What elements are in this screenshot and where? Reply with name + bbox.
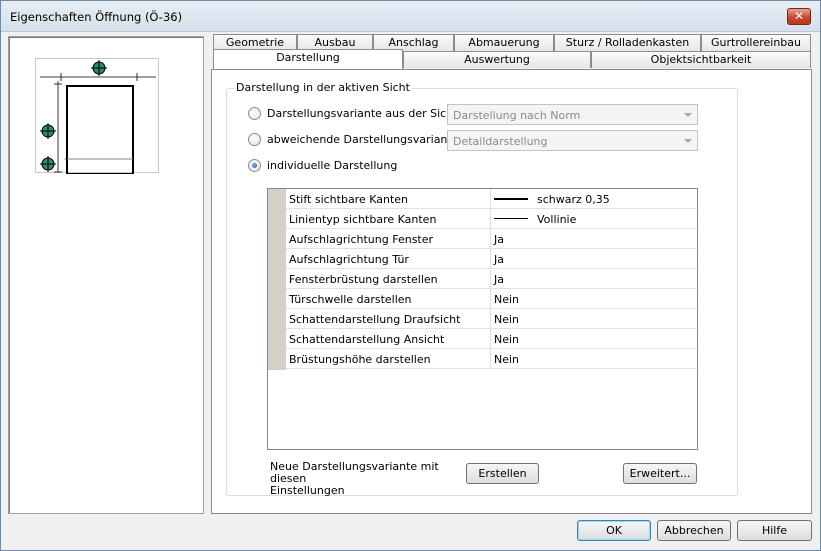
property-name: Fensterbrüstung darstellen: [286, 269, 491, 289]
insertion-marker-left[interactable]: [40, 123, 56, 139]
grid-row[interactable]: Schattendarstellung Ansicht Nein: [286, 329, 697, 349]
property-name: Schattendarstellung Ansicht: [286, 329, 491, 349]
ok-button[interactable]: OK: [577, 520, 651, 541]
tab-label: Gurtrollereinbau: [711, 36, 801, 49]
pen-line-sample: [494, 198, 528, 200]
property-value[interactable]: Ja: [491, 229, 697, 249]
opening-preview-drawing: [40, 60, 156, 175]
property-value-text: schwarz 0,35: [537, 193, 610, 206]
tab-label: Auswertung: [464, 53, 530, 66]
grid-row[interactable]: Stift sichtbare Kanten schwarz 0,35: [286, 189, 697, 209]
tab-darstellung[interactable]: Darstellung: [213, 49, 403, 69]
tab-label: Ausbau: [314, 36, 356, 49]
line-type-sample: [494, 218, 528, 219]
tab-auswertung[interactable]: Auswertung: [403, 51, 591, 68]
title-bar[interactable]: Eigenschaften Öffnung (Ö-36) ✕: [1, 1, 820, 32]
property-name: Türschwelle darstellen: [286, 289, 491, 309]
cancel-button[interactable]: Abbrechen: [657, 520, 731, 541]
tab-objektsichtbarkeit[interactable]: Objektsichtbarkeit: [591, 51, 811, 68]
grid-row[interactable]: Fensterbrüstung darstellen Ja: [286, 269, 697, 289]
custom-variant-select[interactable]: Detaildarstellung: [447, 130, 698, 151]
advanced-button[interactable]: Erweitert...: [623, 463, 697, 484]
property-grid[interactable]: Stift sichtbare Kanten schwarz 0,35 Lini…: [267, 188, 698, 450]
chevron-down-icon: [684, 113, 692, 117]
tab-label: Geometrie: [225, 36, 285, 49]
view-variant-select[interactable]: Darstellung nach Norm: [447, 104, 698, 125]
insertion-marker-top[interactable]: [91, 60, 107, 76]
property-name: Aufschlagrichtung Tür: [286, 249, 491, 269]
radio-individual[interactable]: individuelle Darstellung: [248, 157, 448, 173]
close-icon: ✕: [793, 9, 805, 23]
grid-row[interactable]: Linientyp sichtbare Kanten Vollinie: [286, 209, 697, 229]
group-title: Darstellung in der aktiven Sicht: [234, 81, 412, 94]
property-value[interactable]: Nein: [491, 309, 697, 329]
select-value: Detaildarstellung: [453, 135, 548, 148]
property-value[interactable]: Nein: [491, 289, 697, 309]
property-value[interactable]: schwarz 0,35: [491, 189, 697, 209]
new-variant-hint-line1: Neue Darstellungsvariante mit diesen: [270, 460, 439, 485]
close-button[interactable]: ✕: [787, 8, 811, 25]
tab-sturz-rolladenkasten[interactable]: Sturz / Rolladenkasten: [554, 34, 701, 51]
radio-button[interactable]: [248, 107, 261, 120]
radio-button[interactable]: [248, 133, 261, 146]
grid-row[interactable]: Türschwelle darstellen Nein: [286, 289, 697, 309]
grid-row[interactable]: Schattendarstellung Draufsicht Nein: [286, 309, 697, 329]
grid-row[interactable]: Brüstungshöhe darstellen Nein: [286, 349, 697, 369]
properties-dialog: Eigenschaften Öffnung (Ö-36) ✕ Geometrie…: [0, 0, 821, 551]
property-name: Schattendarstellung Draufsicht: [286, 309, 491, 329]
property-value[interactable]: Ja: [491, 269, 697, 289]
preview-panel: [8, 36, 204, 514]
tab-label: Darstellung: [276, 51, 340, 64]
radio-button[interactable]: [248, 159, 261, 172]
tab-abmauerung[interactable]: Abmauerung: [454, 34, 554, 51]
help-button[interactable]: Hilfe: [737, 520, 812, 541]
property-value-text: Vollinie: [537, 213, 577, 226]
chevron-down-icon: [684, 139, 692, 143]
radio-custom-variant[interactable]: abweichende Darstellungsvariante: [248, 131, 459, 147]
tab-label: Abmauerung: [468, 36, 540, 49]
tab-label: Objektsichtbarkeit: [650, 53, 752, 66]
radio-label: abweichende Darstellungsvariante: [267, 133, 459, 146]
radio-label: individuelle Darstellung: [267, 159, 398, 172]
property-value[interactable]: Ja: [491, 249, 697, 269]
property-name: Stift sichtbare Kanten: [286, 189, 491, 209]
tab-label: Sturz / Rolladenkasten: [565, 36, 690, 49]
opening-preview: [35, 58, 159, 175]
insertion-marker-bottom[interactable]: [40, 156, 56, 172]
property-value[interactable]: Nein: [491, 329, 697, 349]
dialog-client: Geometrie Ausbau Anschlag Abmauerung Stu…: [2, 33, 819, 549]
property-name: Brüstungshöhe darstellen: [286, 349, 491, 369]
display-group: Darstellung in der aktiven Sicht Darstel…: [226, 81, 738, 497]
new-variant-hint: Neue Darstellungsvariante mit diesen Ein…: [270, 461, 470, 497]
tab-gurtrollereinbau[interactable]: Gurtrollereinbau: [701, 34, 811, 51]
grid-row-header: [268, 189, 286, 370]
select-value: Darstellung nach Norm: [453, 109, 581, 122]
grid-row[interactable]: Aufschlagrichtung Tür Ja: [286, 249, 697, 269]
create-variant-button[interactable]: Erstellen: [466, 463, 539, 484]
tab-control: Geometrie Ausbau Anschlag Abmauerung Stu…: [211, 33, 812, 514]
window-title: Eigenschaften Öffnung (Ö-36): [10, 10, 183, 24]
property-name: Linientyp sichtbare Kanten: [286, 209, 491, 229]
property-value[interactable]: Nein: [491, 349, 697, 369]
property-value[interactable]: Vollinie: [491, 209, 697, 229]
radio-view-variant[interactable]: Darstellungsvariante aus der Sicht: [248, 105, 458, 121]
grid-row[interactable]: Aufschlagrichtung Fenster Ja: [286, 229, 697, 249]
property-name: Aufschlagrichtung Fenster: [286, 229, 491, 249]
tab-page-darstellung: Darstellung in der aktiven Sicht Darstel…: [211, 69, 812, 514]
tab-label: Anschlag: [388, 36, 439, 49]
new-variant-hint-line2: Einstellungen: [270, 484, 345, 497]
radio-label: Darstellungsvariante aus der Sicht: [267, 107, 458, 120]
